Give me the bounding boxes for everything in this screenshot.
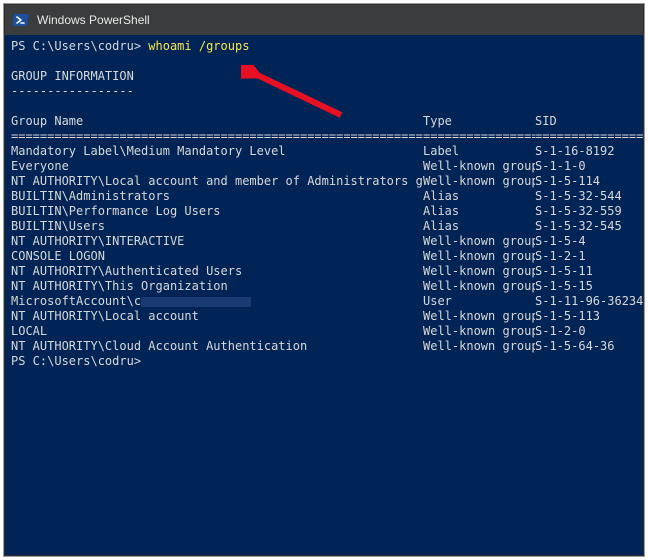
table-row: BUILTIN\Performance Log UsersAliasS-1-5-… xyxy=(11,204,622,218)
cell-name: NT AUTHORITY\Local account xyxy=(11,309,423,324)
redacted-block xyxy=(141,297,251,307)
cell-type: Alias xyxy=(423,219,535,234)
cell-sid: S-1-11-96-362345486 xyxy=(535,294,643,309)
terminal-area[interactable]: PS C:\Users\codru> whoami /groups GROUP … xyxy=(5,35,643,555)
prompt-command: whoami /groups xyxy=(148,39,249,53)
cell-type: Well-known group xyxy=(423,279,535,294)
cell-type: Alias xyxy=(423,189,535,204)
cell-name: NT AUTHORITY\Cloud Account Authenticatio… xyxy=(11,339,423,354)
table-row: NT AUTHORITY\Local accountWell-known gro… xyxy=(11,309,600,323)
cell-name: NT AUTHORITY\This Organization xyxy=(11,279,423,294)
powershell-window: Windows PowerShell PS C:\Users\codru> wh… xyxy=(4,4,644,556)
cell-type: Well-known group xyxy=(423,249,535,264)
col-rule-type: ================ xyxy=(423,129,535,144)
table-row: NT AUTHORITY\INTERACTIVEWell-known group… xyxy=(11,234,586,248)
window-title: Windows PowerShell xyxy=(37,13,150,27)
cell-name: Everyone xyxy=(11,159,423,174)
cell-name: Mandatory Label\Medium Mandatory Level xyxy=(11,144,423,159)
col-rule-sid: =================== xyxy=(535,129,643,144)
cell-name: BUILTIN\Administrators xyxy=(11,189,423,204)
cell-type: Well-known group xyxy=(423,324,535,339)
section-header: GROUP INFORMATION xyxy=(11,69,134,83)
cell-type: Well-known group xyxy=(423,159,535,174)
cell-sid: S-1-5-114 xyxy=(535,174,600,189)
cell-sid: S-1-5-32-545 xyxy=(535,219,622,234)
table-rule-row: ========================================… xyxy=(11,129,643,143)
table-row: CONSOLE LOGONWell-known groupS-1-2-1 xyxy=(11,249,586,263)
cell-type: Well-known group xyxy=(423,264,535,279)
cell-sid: S-1-5-11 xyxy=(535,264,593,279)
col-header-type: Type xyxy=(423,114,535,129)
cell-type: User xyxy=(423,294,535,309)
cell-sid: S-1-5-113 xyxy=(535,309,600,324)
cell-sid: S-1-2-1 xyxy=(535,249,586,264)
col-header-sid: SID xyxy=(535,114,557,129)
col-rule-name: ========================================… xyxy=(11,129,423,144)
cell-name: MicrosoftAccount\c xyxy=(11,294,423,309)
cell-type: Alias xyxy=(423,204,535,219)
cell-sid: S-1-1-0 xyxy=(535,159,586,174)
cell-sid: S-1-5-15 xyxy=(535,279,593,294)
table-header-row: Group NameTypeSID xyxy=(11,114,557,128)
cell-sid: S-1-5-4 xyxy=(535,234,586,249)
powershell-icon xyxy=(13,12,29,28)
cell-type: Well-known group xyxy=(423,234,535,249)
cell-name: LOCAL xyxy=(11,324,423,339)
prompt-path-2: PS C:\Users\codru> xyxy=(11,354,148,368)
cell-sid: S-1-5-32-559 xyxy=(535,204,622,219)
table-row: BUILTIN\UsersAliasS-1-5-32-545 xyxy=(11,219,622,233)
table-row: NT AUTHORITY\Authenticated UsersWell-kno… xyxy=(11,264,593,278)
table-row: NT AUTHORITY\Local account and member of… xyxy=(11,174,600,188)
cell-name: NT AUTHORITY\Local account and member of… xyxy=(11,174,423,189)
cell-sid: S-1-5-64-36 xyxy=(535,339,614,354)
table-row: NT AUTHORITY\Cloud Account Authenticatio… xyxy=(11,339,614,353)
table-row: Mandatory Label\Medium Mandatory LevelLa… xyxy=(11,144,614,158)
cell-name: NT AUTHORITY\Authenticated Users xyxy=(11,264,423,279)
window-titlebar[interactable]: Windows PowerShell xyxy=(5,5,643,35)
table-row: EveryoneWell-known groupS-1-1-0 xyxy=(11,159,586,173)
cell-name: BUILTIN\Users xyxy=(11,219,423,234)
cell-type: Well-known group xyxy=(423,174,535,189)
table-row: NT AUTHORITY\This OrganizationWell-known… xyxy=(11,279,593,293)
cell-name: BUILTIN\Performance Log Users xyxy=(11,204,423,219)
col-header-name: Group Name xyxy=(11,114,423,129)
cell-sid: S-1-5-32-544 xyxy=(535,189,622,204)
cell-type: Well-known group xyxy=(423,309,535,324)
cell-type: Label xyxy=(423,144,535,159)
prompt-path: PS C:\Users\codru> xyxy=(11,39,148,53)
cell-sid: S-1-16-8192 xyxy=(535,144,614,159)
table-row: MicrosoftAccount\cUserS-1-11-96-36234548… xyxy=(11,294,643,308)
section-underline: ----------------- xyxy=(11,84,134,98)
table-body: Mandatory Label\Medium Mandatory LevelLa… xyxy=(11,144,637,354)
cell-type: Well-known group xyxy=(423,339,535,354)
table-row: LOCALWell-known groupS-1-2-0 xyxy=(11,324,586,338)
cell-name: NT AUTHORITY\INTERACTIVE xyxy=(11,234,423,249)
table-row: BUILTIN\AdministratorsAliasS-1-5-32-544 xyxy=(11,189,622,203)
cell-name: CONSOLE LOGON xyxy=(11,249,423,264)
cell-sid: S-1-2-0 xyxy=(535,324,586,339)
